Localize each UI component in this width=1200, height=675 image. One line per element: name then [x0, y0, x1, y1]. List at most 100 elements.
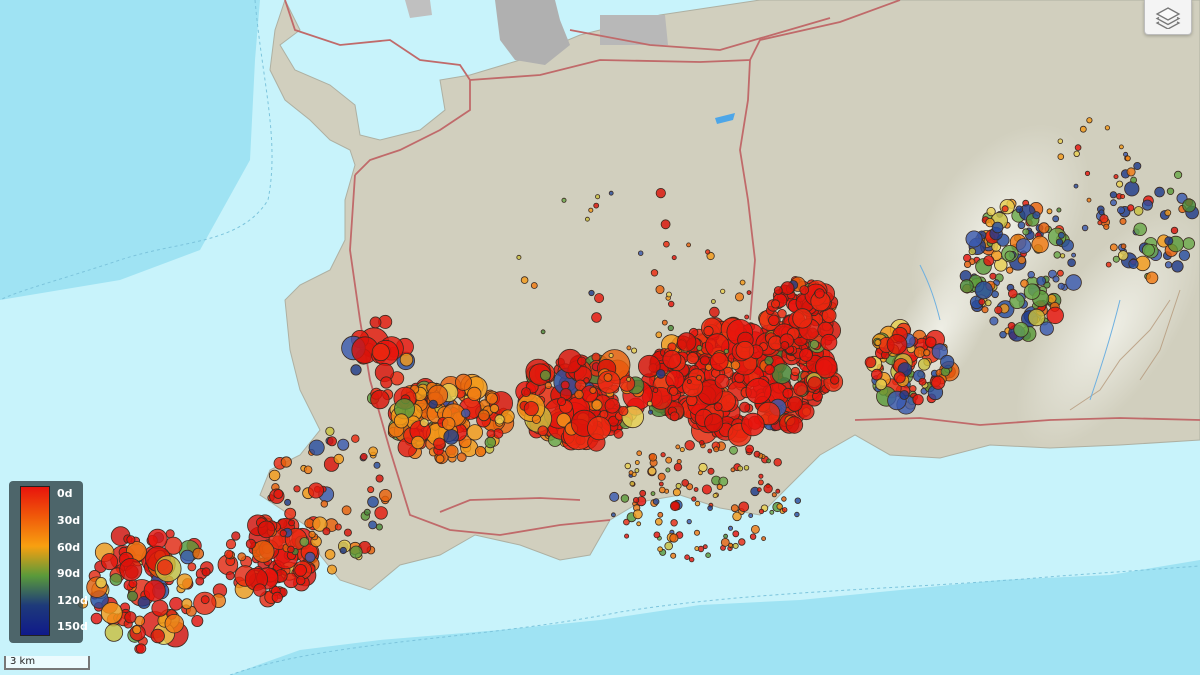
earthquake-marker[interactable]	[931, 375, 946, 390]
earthquake-marker[interactable]	[454, 373, 472, 391]
earthquake-marker[interactable]	[691, 496, 697, 502]
earthquake-marker[interactable]	[771, 299, 781, 309]
earthquake-marker[interactable]	[1079, 125, 1087, 133]
earthquake-marker[interactable]	[1057, 138, 1063, 144]
earthquake-marker[interactable]	[657, 546, 663, 552]
earthquake-marker[interactable]	[435, 454, 445, 464]
earthquake-marker[interactable]	[814, 288, 825, 299]
earthquake-marker[interactable]	[1127, 204, 1135, 212]
earthquake-marker[interactable]	[1056, 207, 1062, 213]
earthquake-marker[interactable]	[1017, 221, 1026, 230]
earthquake-marker[interactable]	[940, 354, 955, 370]
earthquake-marker[interactable]	[1126, 167, 1136, 177]
earthquake-marker[interactable]	[632, 509, 643, 520]
earthquake-marker[interactable]	[875, 378, 887, 391]
earthquake-marker[interactable]	[484, 436, 497, 449]
earthquake-marker[interactable]	[589, 386, 597, 394]
earthquake-marker[interactable]	[461, 408, 471, 419]
earthquake-marker[interactable]	[686, 242, 691, 248]
earthquake-marker[interactable]	[738, 501, 750, 513]
earthquake-marker[interactable]	[1119, 144, 1124, 150]
earthquake-marker[interactable]	[360, 453, 368, 461]
earthquake-marker[interactable]	[673, 463, 683, 472]
earthquake-marker[interactable]	[631, 347, 638, 354]
earthquake-marker[interactable]	[787, 396, 803, 412]
earthquake-marker[interactable]	[531, 414, 542, 424]
earthquake-marker[interactable]	[776, 503, 783, 510]
earthquake-marker[interactable]	[686, 352, 699, 365]
earthquake-marker[interactable]	[1017, 255, 1026, 265]
earthquake-marker[interactable]	[1027, 271, 1035, 279]
earthquake-marker[interactable]	[723, 348, 730, 354]
earthquake-marker[interactable]	[494, 414, 505, 425]
earthquake-marker[interactable]	[119, 558, 143, 582]
earthquake-marker[interactable]	[694, 500, 701, 507]
earthquake-marker[interactable]	[624, 462, 631, 470]
earthquake-marker[interactable]	[648, 409, 654, 415]
earthquake-marker[interactable]	[1119, 217, 1127, 225]
earthquake-marker[interactable]	[773, 458, 782, 467]
earthquake-marker[interactable]	[90, 612, 103, 625]
earthquake-marker[interactable]	[1109, 243, 1118, 252]
earthquake-marker[interactable]	[686, 518, 692, 525]
earthquake-marker[interactable]	[231, 531, 241, 541]
earthquake-marker[interactable]	[780, 281, 795, 295]
earthquake-marker[interactable]	[794, 497, 801, 504]
earthquake-marker[interactable]	[127, 590, 138, 602]
earthquake-marker[interactable]	[325, 426, 335, 436]
earthquake-marker[interactable]	[1071, 252, 1076, 258]
earthquake-marker[interactable]	[101, 553, 119, 571]
earthquake-marker[interactable]	[280, 456, 292, 468]
earthquake-marker[interactable]	[667, 324, 674, 332]
earthquake-marker[interactable]	[650, 269, 659, 277]
earthquake-marker[interactable]	[608, 352, 614, 358]
earthquake-marker[interactable]	[1164, 236, 1174, 246]
earthquake-marker[interactable]	[370, 389, 390, 410]
earthquake-marker[interactable]	[604, 398, 621, 414]
earthquake-marker[interactable]	[1166, 187, 1175, 195]
earthquake-marker[interactable]	[730, 504, 739, 513]
earthquake-marker[interactable]	[713, 446, 720, 453]
earthquake-marker[interactable]	[608, 190, 614, 196]
earthquake-marker[interactable]	[668, 300, 675, 308]
earthquake-marker[interactable]	[560, 380, 570, 390]
earthquake-marker[interactable]	[999, 331, 1007, 339]
earthquake-marker[interactable]	[1057, 269, 1064, 277]
earthquake-marker[interactable]	[735, 340, 755, 360]
earthquake-marker[interactable]	[699, 440, 705, 446]
earthquake-marker[interactable]	[654, 517, 663, 526]
earthquake-marker[interactable]	[781, 496, 787, 502]
earthquake-marker[interactable]	[661, 319, 668, 326]
earthquake-marker[interactable]	[799, 348, 813, 362]
earthquake-marker[interactable]	[169, 596, 183, 611]
earthquake-marker[interactable]	[709, 306, 720, 318]
earthquake-marker[interactable]	[702, 544, 708, 550]
earthquake-marker[interactable]	[164, 614, 185, 634]
earthquake-marker[interactable]	[912, 394, 924, 406]
earthquake-marker[interactable]	[758, 508, 765, 514]
earthquake-marker[interactable]	[918, 358, 931, 371]
earthquake-marker[interactable]	[653, 531, 661, 539]
earthquake-marker[interactable]	[516, 254, 522, 260]
earthquake-marker[interactable]	[749, 533, 757, 540]
earthquake-marker[interactable]	[367, 496, 379, 508]
earthquake-marker[interactable]	[775, 488, 781, 494]
earthquake-marker[interactable]	[467, 386, 482, 401]
earthquake-marker[interactable]	[478, 409, 490, 422]
earthquake-marker[interactable]	[428, 399, 438, 409]
earthquake-marker[interactable]	[143, 579, 166, 602]
earthquake-marker[interactable]	[187, 562, 197, 572]
earthquake-marker[interactable]	[720, 288, 726, 294]
earthquake-marker[interactable]	[225, 538, 237, 550]
earthquake-marker[interactable]	[1086, 117, 1093, 124]
earthquake-marker[interactable]	[646, 400, 653, 407]
earthquake-marker[interactable]	[761, 536, 766, 541]
earthquake-marker[interactable]	[109, 573, 123, 586]
earthquake-marker[interactable]	[704, 363, 713, 371]
earthquake-marker[interactable]	[705, 249, 711, 255]
earthquake-marker[interactable]	[1084, 170, 1091, 176]
earthquake-marker[interactable]	[807, 376, 822, 391]
earthquake-marker[interactable]	[634, 468, 640, 473]
earthquake-marker[interactable]	[790, 366, 801, 377]
earthquake-marker[interactable]	[963, 260, 972, 268]
